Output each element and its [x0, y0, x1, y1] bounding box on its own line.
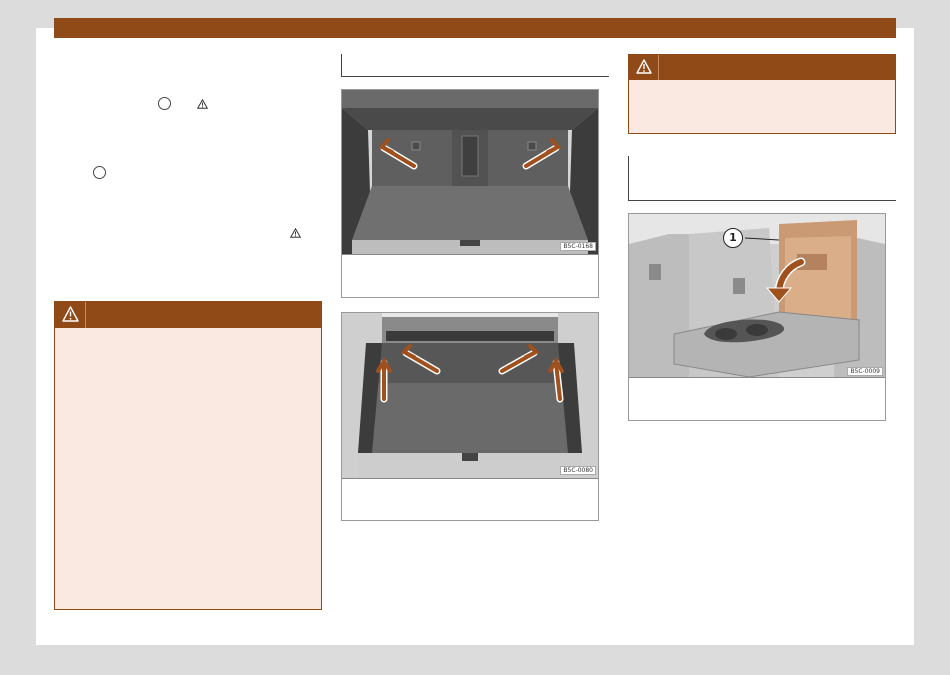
section-heading-rule	[628, 200, 896, 201]
warning-triangle-icon	[62, 306, 79, 322]
warning-icon-cell	[55, 302, 86, 328]
warning-header	[629, 55, 895, 80]
section-heading-marker	[628, 156, 629, 200]
warning-box	[54, 301, 322, 610]
section-heading-marker	[341, 54, 342, 76]
figure-code: B5C-0080	[560, 466, 596, 475]
warning-icon-cell	[629, 55, 659, 80]
arrow-icon	[378, 138, 562, 170]
figure-trunk-all-hooks: B5C-0080	[341, 312, 599, 521]
warning-triangle-icon	[636, 59, 652, 74]
figure-image	[342, 90, 598, 255]
figure-image: 1	[629, 214, 885, 378]
circle-marker-icon	[93, 166, 106, 179]
warning-triangle-icon	[197, 99, 208, 109]
warning-box	[628, 54, 896, 134]
arrow-icon	[376, 344, 564, 403]
figure-image	[342, 313, 598, 479]
circle-marker-icon	[158, 97, 171, 110]
warning-triangle-icon	[290, 228, 301, 238]
figure-code: B5C-0009	[847, 367, 883, 376]
section-heading-rule	[341, 76, 609, 77]
arrow-icon	[744, 237, 806, 303]
callout-marker: 1	[723, 228, 743, 248]
figure-rear-armrest: 1 B5C-0009	[628, 213, 886, 421]
warning-header	[55, 302, 321, 328]
header-bar	[54, 18, 896, 38]
figure-trunk-upper-hooks: B5C-0168	[341, 89, 599, 298]
figure-code: B5C-0168	[560, 242, 596, 251]
